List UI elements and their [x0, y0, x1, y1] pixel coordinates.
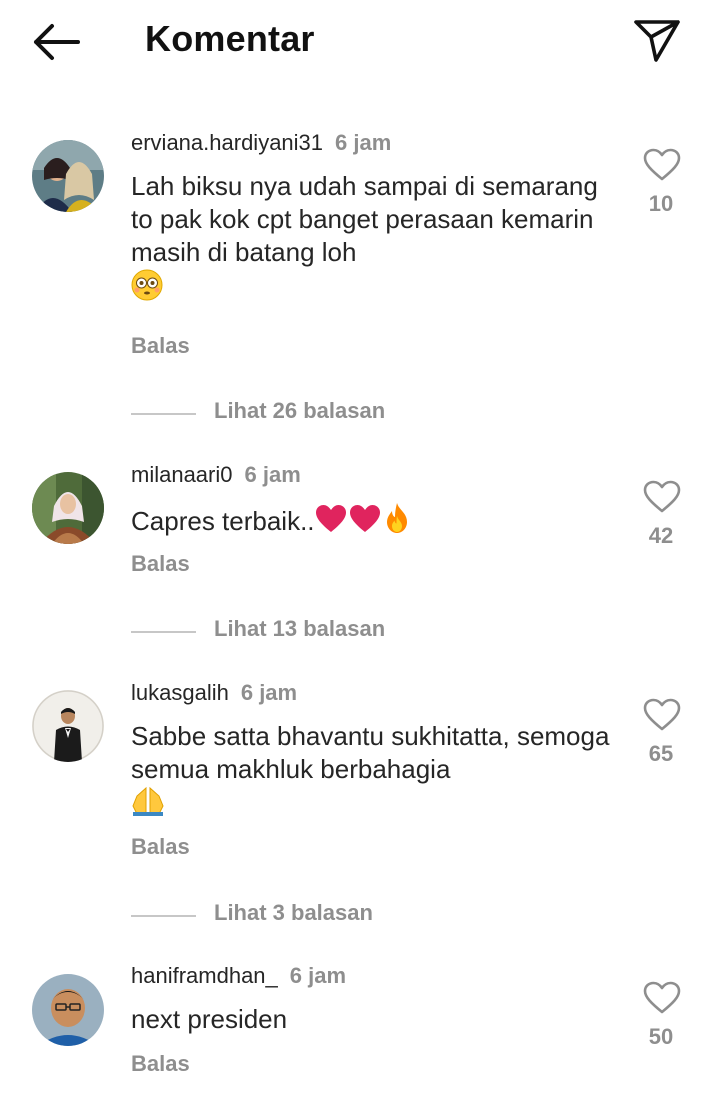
- comment-text-block: Sabbe satta bhavantu sukhitatta, semoga …: [131, 720, 611, 824]
- comment-text: Lah biksu nya udah sampai di semarang to…: [131, 171, 598, 267]
- comment-time: 6 jam: [335, 130, 392, 155]
- replies-divider: [131, 631, 196, 633]
- comment-username[interactable]: haniframdhan_: [131, 963, 278, 988]
- like-count: 10: [648, 191, 674, 216]
- reply-button[interactable]: Balas: [131, 1051, 190, 1077]
- heart-outline-icon: [643, 698, 681, 731]
- view-replies-label: Lihat 26 balasan: [214, 398, 386, 423]
- view-replies-label: Lihat 3 balasan: [214, 900, 373, 925]
- like-count: 42: [648, 523, 674, 548]
- comment-text: Capres terbaik..: [131, 506, 315, 536]
- comment-time: 6 jam: [240, 680, 298, 705]
- view-replies-label: Lihat 13 balasan: [214, 616, 386, 641]
- fire-emoji: [383, 502, 411, 542]
- comment-text-block: next presiden: [131, 1003, 611, 1036]
- avatar[interactable]: [32, 140, 104, 212]
- flushed-face-emoji: [131, 269, 163, 309]
- heart-outline-icon: [643, 480, 681, 513]
- comment-time: 6 jam: [244, 462, 301, 487]
- comment-time: 6 jam: [289, 963, 347, 988]
- comment-username[interactable]: erviana.hardiyani31: [131, 130, 323, 155]
- comment-text: next presiden: [131, 1004, 288, 1034]
- comment-text-block: Capres terbaik..: [131, 502, 611, 542]
- reply-button[interactable]: Balas: [131, 333, 190, 359]
- paper-plane-icon: [634, 20, 680, 62]
- comment-text-block: Lah biksu nya udah sampai di semarang to…: [131, 170, 611, 309]
- like-count: 65: [648, 741, 674, 766]
- comment-username[interactable]: milanaari0: [131, 462, 233, 487]
- replies-divider: [131, 915, 196, 917]
- folded-hands-emoji: [131, 786, 165, 824]
- page-title: Komentar: [145, 18, 315, 59]
- red-heart-emoji: [349, 504, 381, 542]
- heart-outline-icon: [643, 148, 681, 181]
- back-button[interactable]: [30, 22, 82, 62]
- arrow-left-icon: [34, 24, 80, 60]
- like-button[interactable]: [642, 981, 682, 1015]
- header-bar: Komentar: [0, 0, 707, 84]
- red-heart-emoji: [315, 504, 347, 542]
- replies-divider: [131, 413, 196, 415]
- like-button[interactable]: [642, 698, 682, 732]
- share-button[interactable]: [632, 17, 682, 63]
- like-count: 50: [648, 1024, 674, 1049]
- reply-button[interactable]: Balas: [131, 551, 190, 577]
- reply-button[interactable]: Balas: [131, 834, 190, 860]
- avatar[interactable]: [32, 690, 104, 762]
- avatar[interactable]: [32, 472, 104, 544]
- comment-text: Sabbe satta bhavantu sukhitatta, semoga …: [131, 721, 610, 784]
- comment-username[interactable]: lukasgalih: [131, 680, 229, 705]
- avatar[interactable]: [32, 974, 104, 1046]
- heart-outline-icon: [643, 981, 681, 1014]
- like-button[interactable]: [642, 148, 682, 182]
- like-button[interactable]: [642, 480, 682, 514]
